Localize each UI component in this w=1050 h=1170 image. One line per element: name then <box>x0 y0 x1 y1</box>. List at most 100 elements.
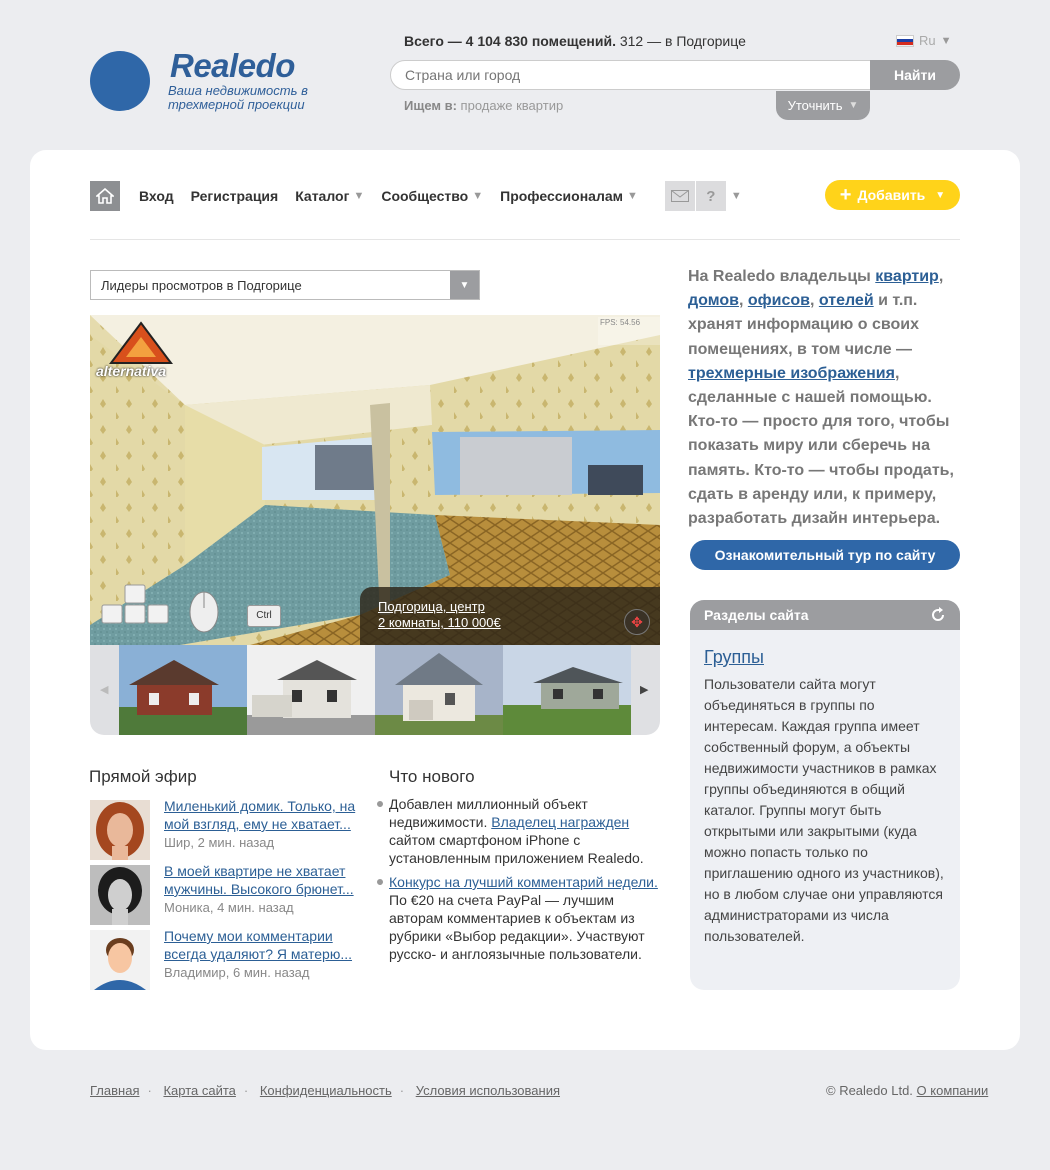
footer-link-about[interactable]: О компании <box>917 1083 989 1098</box>
about-link-apartments[interactable]: квартир <box>875 268 939 285</box>
add-button-label: Добавить <box>857 187 926 203</box>
live-item-link[interactable]: Миленький домик. Только, на мой взгляд, … <box>164 798 355 832</box>
logo-mark[interactable] <box>90 51 150 111</box>
avatar[interactable] <box>90 800 150 860</box>
leaders-select-value: Лидеры просмотров в Подгорице <box>101 277 302 293</box>
nav-professionals-label: Профессионалам <box>500 188 623 204</box>
nav-register-label: Регистрация <box>190 188 279 204</box>
live-item-text: Почему мои комментарии всегда удаляют? Я… <box>164 927 360 982</box>
viewer-caption[interactable]: Подгорица, центр 2 комнаты, 110 000€ ✥ <box>360 587 660 645</box>
live-item-text: В моей квартире не хватает мужчины. Высо… <box>164 862 360 917</box>
footer-link-sitemap[interactable]: Карта сайта <box>163 1083 235 1098</box>
nav-professionals[interactable]: Профессионалам ▼ <box>500 188 638 204</box>
separator: · <box>147 1083 152 1098</box>
logo-tagline: Ваша недвижимость в трехмерной проекции <box>168 83 308 112</box>
chevron-down-icon[interactable]: ▼ <box>731 190 742 202</box>
live-item-meta: Шир, 2 мин. назад <box>164 835 275 850</box>
live-item-link[interactable]: Почему мои комментарии всегда удаляют? Я… <box>164 928 352 962</box>
separator: · <box>243 1083 249 1098</box>
thumbnail-3[interactable] <box>375 645 503 735</box>
avatar[interactable] <box>90 865 150 925</box>
refine-button[interactable]: Уточнить ▼ <box>776 91 870 120</box>
search-button[interactable]: Найти <box>870 60 960 90</box>
news-item-link[interactable]: Конкурс на лучший комментарий недели. <box>389 874 658 890</box>
language-selector[interactable]: Ru ▼ <box>896 33 952 48</box>
news-item-link[interactable]: Владелец награжден <box>491 814 629 830</box>
refresh-icon[interactable] <box>930 607 946 623</box>
search-scope: Ищем в: продаже квартир <box>404 98 563 113</box>
language-label: Ru <box>919 33 936 48</box>
about-link-offices[interactable]: офисов <box>748 292 810 309</box>
news-title: Что нового <box>389 767 475 786</box>
3d-viewer[interactable]: FPS: 54.56 alternativa Ctrl Подгорица, ц… <box>90 315 660 645</box>
news-item-text: сайтом смартфоном iPhone с установленным… <box>389 832 644 866</box>
refine-label: Уточнить <box>787 98 843 113</box>
search-input[interactable] <box>390 60 872 90</box>
thumbnail-2[interactable] <box>247 645 375 735</box>
count-city: 312 — в Подгорице <box>619 33 746 49</box>
plus-icon: + <box>839 184 852 206</box>
footer-links: Главная · Карта сайта · Конфиденциальность… <box>90 1083 560 1098</box>
nav-community[interactable]: Сообщество ▼ <box>381 188 483 204</box>
section-description: Пользователи сайта могут объединяться в … <box>704 676 944 944</box>
main-nav: Вход Регистрация Каталог ▼ Сообщество ▼ Пр… <box>90 181 742 211</box>
caption-price[interactable]: 2 комнаты, 110 000€ <box>378 615 642 631</box>
footer-link-terms[interactable]: Условия использования <box>416 1083 560 1098</box>
nav-login[interactable]: Вход <box>139 188 174 204</box>
about-link-houses[interactable]: домов <box>688 292 739 309</box>
home-button[interactable] <box>90 181 120 211</box>
russia-flag-icon <box>896 34 914 47</box>
add-button[interactable]: + Добавить ▼ <box>825 180 960 210</box>
footer-link-privacy[interactable]: Конфиденциальность <box>260 1083 392 1098</box>
move-icon[interactable]: ✥ <box>624 609 650 635</box>
about-link-3d[interactable]: трехмерные изображения <box>688 365 895 382</box>
mail-icon <box>670 190 689 202</box>
thumbnail-1[interactable] <box>119 645 247 735</box>
home-icon <box>96 188 114 204</box>
logo-name[interactable]: Realedo <box>170 47 295 85</box>
property-count: Всего — 4 104 830 помещений. 312 — в Под… <box>404 33 746 49</box>
nav-register[interactable]: Регистрация <box>191 188 279 204</box>
nav-catalog-label: Каталог <box>295 188 350 204</box>
live-item-meta: Моника, 4 мин. назад <box>164 900 294 915</box>
live-feed-title: Прямой эфир <box>89 767 197 786</box>
nav-catalog[interactable]: Каталог ▼ <box>295 188 364 204</box>
divider <box>90 239 960 240</box>
live-item: Миленький домик. Только, на мой взгляд, … <box>90 798 360 860</box>
leaders-select[interactable]: Лидеры просмотров в Подгорице ▼ <box>90 270 480 300</box>
about-text-part: , сделанные с нашей помощью. Кто-то — пр… <box>688 364 954 528</box>
caption-location[interactable]: Подгорица, центр <box>378 599 642 615</box>
about-link-hotels[interactable]: отелей <box>819 292 874 309</box>
live-item-link[interactable]: В моей квартире не хватает мужчины. Высо… <box>164 863 354 897</box>
about-text: На Realedo владельцы квартир, домов, офи… <box>688 268 954 528</box>
chevron-down-icon: ▼ <box>626 190 638 202</box>
chevron-down-icon: ▼ <box>940 34 952 47</box>
copyright-text: © Realedo Ltd. <box>826 1083 913 1098</box>
chevron-down-icon: ▼ <box>472 190 484 202</box>
chevron-down-icon: ▼ <box>935 189 946 201</box>
thumbnail-strip: ◀ ▶ <box>90 645 660 735</box>
live-item: Почему мои комментарии всегда удаляют? Я… <box>90 927 360 990</box>
nav-login-label: Вход <box>139 188 174 204</box>
help-button[interactable]: ? <box>695 181 726 211</box>
site-sections-title: Разделы сайта <box>704 607 809 623</box>
nav-community-label: Сообщество <box>381 188 469 204</box>
prev-arrow-icon[interactable]: ◀ <box>100 683 108 696</box>
next-arrow-icon[interactable]: ▶ <box>640 683 648 696</box>
ctrl-key-icon: Ctrl <box>247 605 281 627</box>
site-sections-header: Разделы сайта <box>690 600 960 630</box>
tour-button[interactable]: Ознакомительный тур по сайту <box>690 540 960 570</box>
section-groups-link[interactable]: Группы <box>704 647 946 668</box>
avatar[interactable] <box>90 930 150 990</box>
news-item-text: По €20 на счета PayPal — лучшим авторам … <box>389 892 645 962</box>
live-item: В моей квартире не хватает мужчины. Высо… <box>90 862 360 925</box>
search-scope-label: Ищем в: <box>404 98 457 113</box>
footer-link-home[interactable]: Главная <box>90 1083 139 1098</box>
alternativa-wordmark: alternativa <box>96 363 167 379</box>
messages-button[interactable] <box>664 181 695 211</box>
fps-readout: FPS: 54.56 <box>600 318 641 327</box>
help-icon: ? <box>706 187 716 205</box>
about-text-part: На Realedo владельцы <box>688 268 871 285</box>
search-scope-value: продаже квартир <box>460 98 564 113</box>
thumbnail-4[interactable] <box>503 645 631 735</box>
